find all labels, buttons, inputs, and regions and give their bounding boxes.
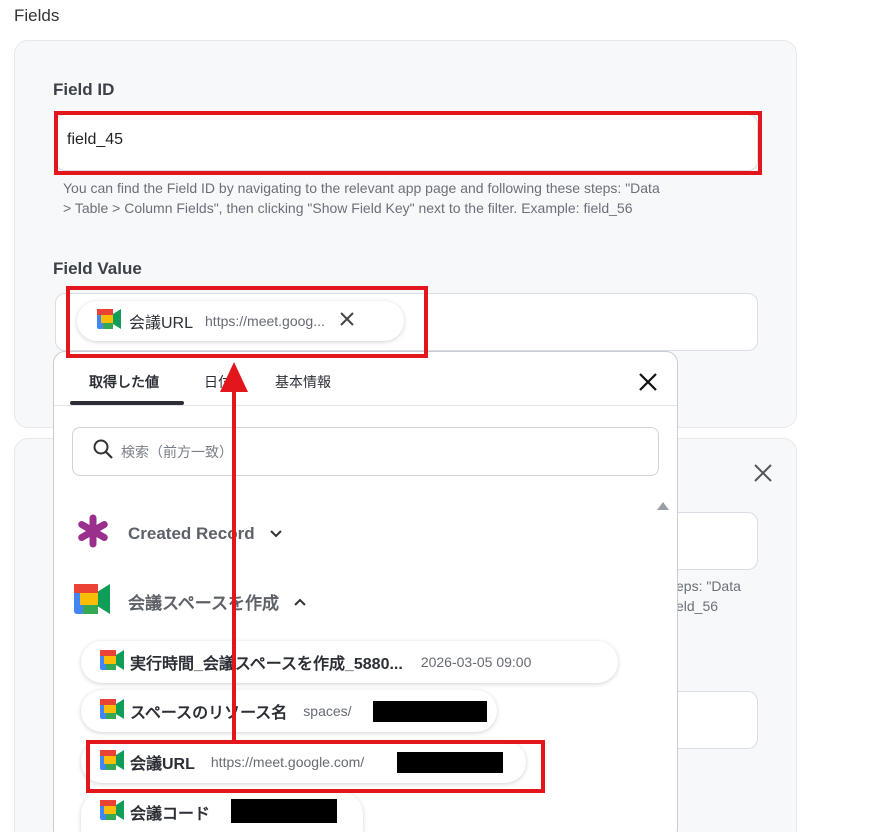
highlight-meeting-url-item [86, 740, 545, 793]
field-id-label: Field ID [53, 80, 115, 99]
search-icon [93, 439, 113, 464]
field-id-help-2-line-1: eps: "Data [676, 578, 741, 594]
tab-acquired-values[interactable]: 取得した値 [89, 372, 159, 392]
list-item[interactable]: 実行時間_会議スペースを作成_5880... 2026-03-05 09:00 [81, 641, 618, 683]
google-meet-icon [74, 584, 110, 619]
tab-divider [54, 405, 677, 406]
asterisk-icon [76, 514, 110, 553]
field-id-help-line-2: > Table > Column Fields", then clicking … [63, 200, 633, 216]
scroll-up-arrow-icon[interactable] [657, 502, 669, 510]
group-created-record[interactable]: Created Record [76, 514, 283, 553]
google-meet-icon [100, 698, 124, 724]
remove-field-icon[interactable] [753, 463, 773, 488]
item-label: 実行時間_会議スペースを作成_5880... [130, 656, 403, 673]
section-title: Fields [14, 6, 60, 25]
redaction-box [231, 799, 337, 823]
chevron-up-icon [293, 592, 307, 612]
item-label: スペースのリソース名 [130, 705, 288, 722]
field-id-help: You can find the Field ID by navigating … [63, 178, 763, 218]
chevron-down-icon [269, 524, 283, 544]
field-id-help-2: eps: "Data eld_56 [676, 576, 741, 616]
group-create-meeting-space[interactable]: 会議スペースを作成 [74, 584, 307, 619]
group-create-meeting-space-label: 会議スペースを作成 [128, 594, 279, 613]
tab-basic-info[interactable]: 基本情報 [275, 372, 331, 392]
redaction-box [373, 701, 487, 722]
highlight-field-id [54, 111, 762, 175]
field-id-help-2-line-2: eld_56 [676, 598, 719, 614]
search-placeholder: 検索（前方一致） [121, 443, 233, 460]
field-value-label: Field Value [53, 259, 142, 278]
highlight-field-value-chip [66, 286, 428, 358]
google-meet-icon [100, 799, 124, 825]
red-arrow-icon [220, 362, 248, 744]
item-label: 会議コード [130, 806, 211, 823]
item-value: spaces/ [303, 703, 352, 719]
close-popup-icon[interactable] [639, 373, 657, 396]
field-id-help-line-1: You can find the Field ID by navigating … [63, 180, 660, 196]
item-value: 2026-03-05 09:00 [420, 654, 532, 670]
search-input[interactable]: 検索（前方一致） [72, 427, 659, 476]
google-meet-icon [100, 649, 124, 675]
